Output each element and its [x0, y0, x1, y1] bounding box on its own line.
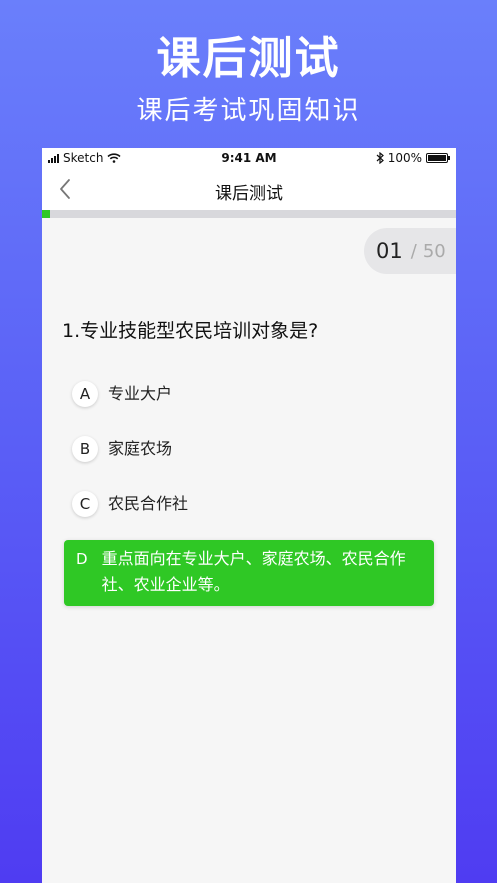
- progress-fill: [42, 210, 51, 218]
- status-right: 100%: [376, 151, 450, 165]
- battery-icon: [426, 153, 450, 163]
- battery-label: 100%: [387, 151, 422, 165]
- option-label: 家庭农场: [108, 439, 173, 458]
- nav-bar: 课后测试: [42, 168, 456, 210]
- counter-separator: /: [410, 240, 417, 262]
- counter-total: 50: [422, 240, 446, 262]
- option-a[interactable]: A 专业大户: [64, 381, 434, 407]
- question-text: 1.专业技能型农民培训对象是?: [62, 320, 319, 342]
- option-c[interactable]: C 农民合作社: [64, 491, 434, 517]
- nav-title: 课后测试: [215, 184, 283, 204]
- option-b[interactable]: B 家庭农场: [64, 436, 434, 462]
- option-label: 重点面向在专业大户、家庭农场、农民合作社、农业企业等。: [101, 549, 406, 594]
- question-counter: 01 / 50: [364, 228, 456, 274]
- status-bar: Sketch 9:41 AM 100%: [42, 148, 456, 168]
- bluetooth-icon: [376, 152, 384, 164]
- option-letter: D: [76, 550, 88, 568]
- hero-title: 课后测试: [156, 33, 341, 84]
- option-label: 农民合作社: [108, 494, 189, 513]
- option-d[interactable]: D 重点面向在专业大户、家庭农场、农民合作社、农业企业等。: [64, 540, 434, 606]
- option-letter: C: [72, 491, 98, 517]
- option-letter: A: [72, 381, 98, 407]
- option-label: 专业大户: [108, 384, 173, 403]
- phone-screen: Sketch 9:41 AM 100% 课后测试 01 / 50 1.专业技能型…: [42, 148, 456, 883]
- counter-current: 01: [376, 239, 403, 263]
- progress-bar: [42, 210, 456, 218]
- option-letter: B: [72, 436, 98, 462]
- hero-subtitle: 课后考试巩固知识: [136, 96, 361, 126]
